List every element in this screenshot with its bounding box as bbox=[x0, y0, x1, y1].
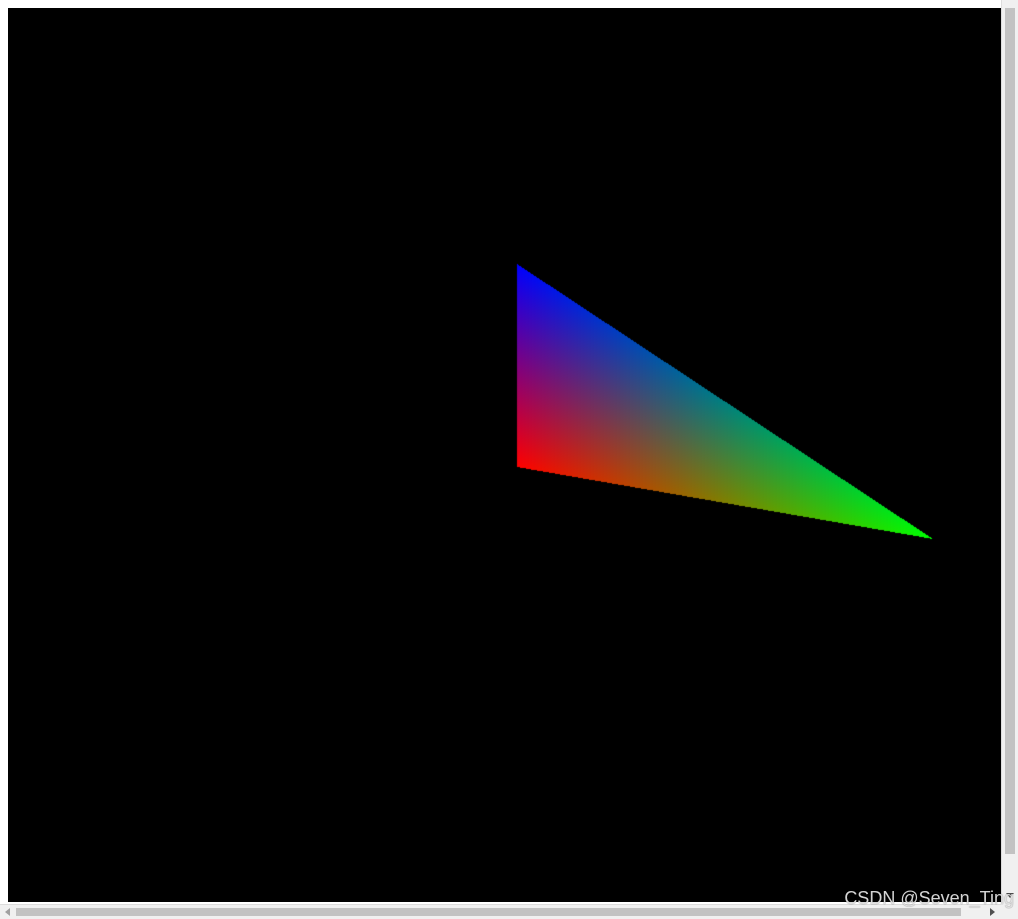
gradient-triangle bbox=[8, 8, 1001, 902]
vertical-scrollbar[interactable] bbox=[1001, 0, 1018, 904]
scroll-right-arrow-icon[interactable] bbox=[990, 908, 995, 916]
vertical-scroll-thumb[interactable] bbox=[1005, 8, 1015, 854]
render-viewport bbox=[8, 8, 1001, 902]
scroll-left-arrow-icon[interactable] bbox=[5, 908, 10, 916]
watermark: CSDN @Seven_Ting bbox=[844, 888, 1014, 908]
horizontal-scroll-thumb[interactable] bbox=[16, 908, 961, 916]
